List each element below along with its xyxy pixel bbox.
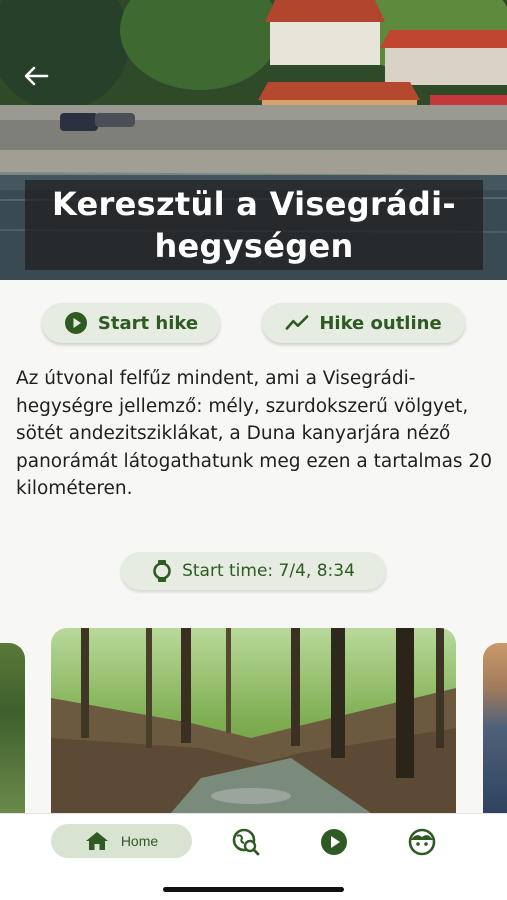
- map-search-icon: [232, 828, 260, 856]
- nav-map-search-tab[interactable]: [231, 827, 261, 857]
- back-button[interactable]: [18, 60, 54, 92]
- start-hike-label: Start hike: [97, 312, 199, 334]
- start-time-chip[interactable]: Start time: 7/4, 8:34: [121, 552, 386, 590]
- home-icon: [85, 831, 109, 851]
- start-hike-button[interactable]: Start hike: [42, 303, 220, 343]
- hike-outline-button[interactable]: Hike outline: [262, 303, 465, 343]
- photo-card-previous[interactable]: [0, 643, 25, 813]
- photo-card-next[interactable]: [483, 643, 507, 813]
- play-circle-icon: [321, 829, 347, 855]
- home-indicator: [163, 887, 344, 892]
- start-time-label: Start time: 7/4, 8:34: [182, 561, 355, 581]
- nav-home-label: Home: [120, 833, 159, 849]
- photo-card-current[interactable]: [51, 628, 456, 813]
- face-icon: [408, 828, 436, 856]
- page-title: Keresztül a Visegrádi-hegységen: [52, 185, 456, 265]
- app-screen: Keresztül a Visegrádi-hegységen Start hi…: [0, 0, 507, 900]
- watch-icon: [152, 559, 172, 583]
- trend-line-icon: [285, 311, 309, 335]
- hike-description: Az útvonal felfűz mindent, ami a Visegrá…: [16, 368, 492, 499]
- nav-profile-tab[interactable]: [407, 827, 437, 857]
- play-circle-icon: [64, 311, 88, 335]
- hero-image: Keresztül a Visegrádi-hegységen: [0, 0, 507, 280]
- nav-home-tab[interactable]: Home: [51, 824, 192, 858]
- arrow-left-icon: [24, 66, 49, 86]
- bottom-navigation: Home: [0, 813, 507, 900]
- forest-photo: [51, 628, 456, 813]
- hike-outline-label: Hike outline: [319, 312, 442, 334]
- title-banner: Keresztül a Visegrádi-hegységen: [25, 180, 483, 270]
- nav-play-tab[interactable]: [319, 827, 349, 857]
